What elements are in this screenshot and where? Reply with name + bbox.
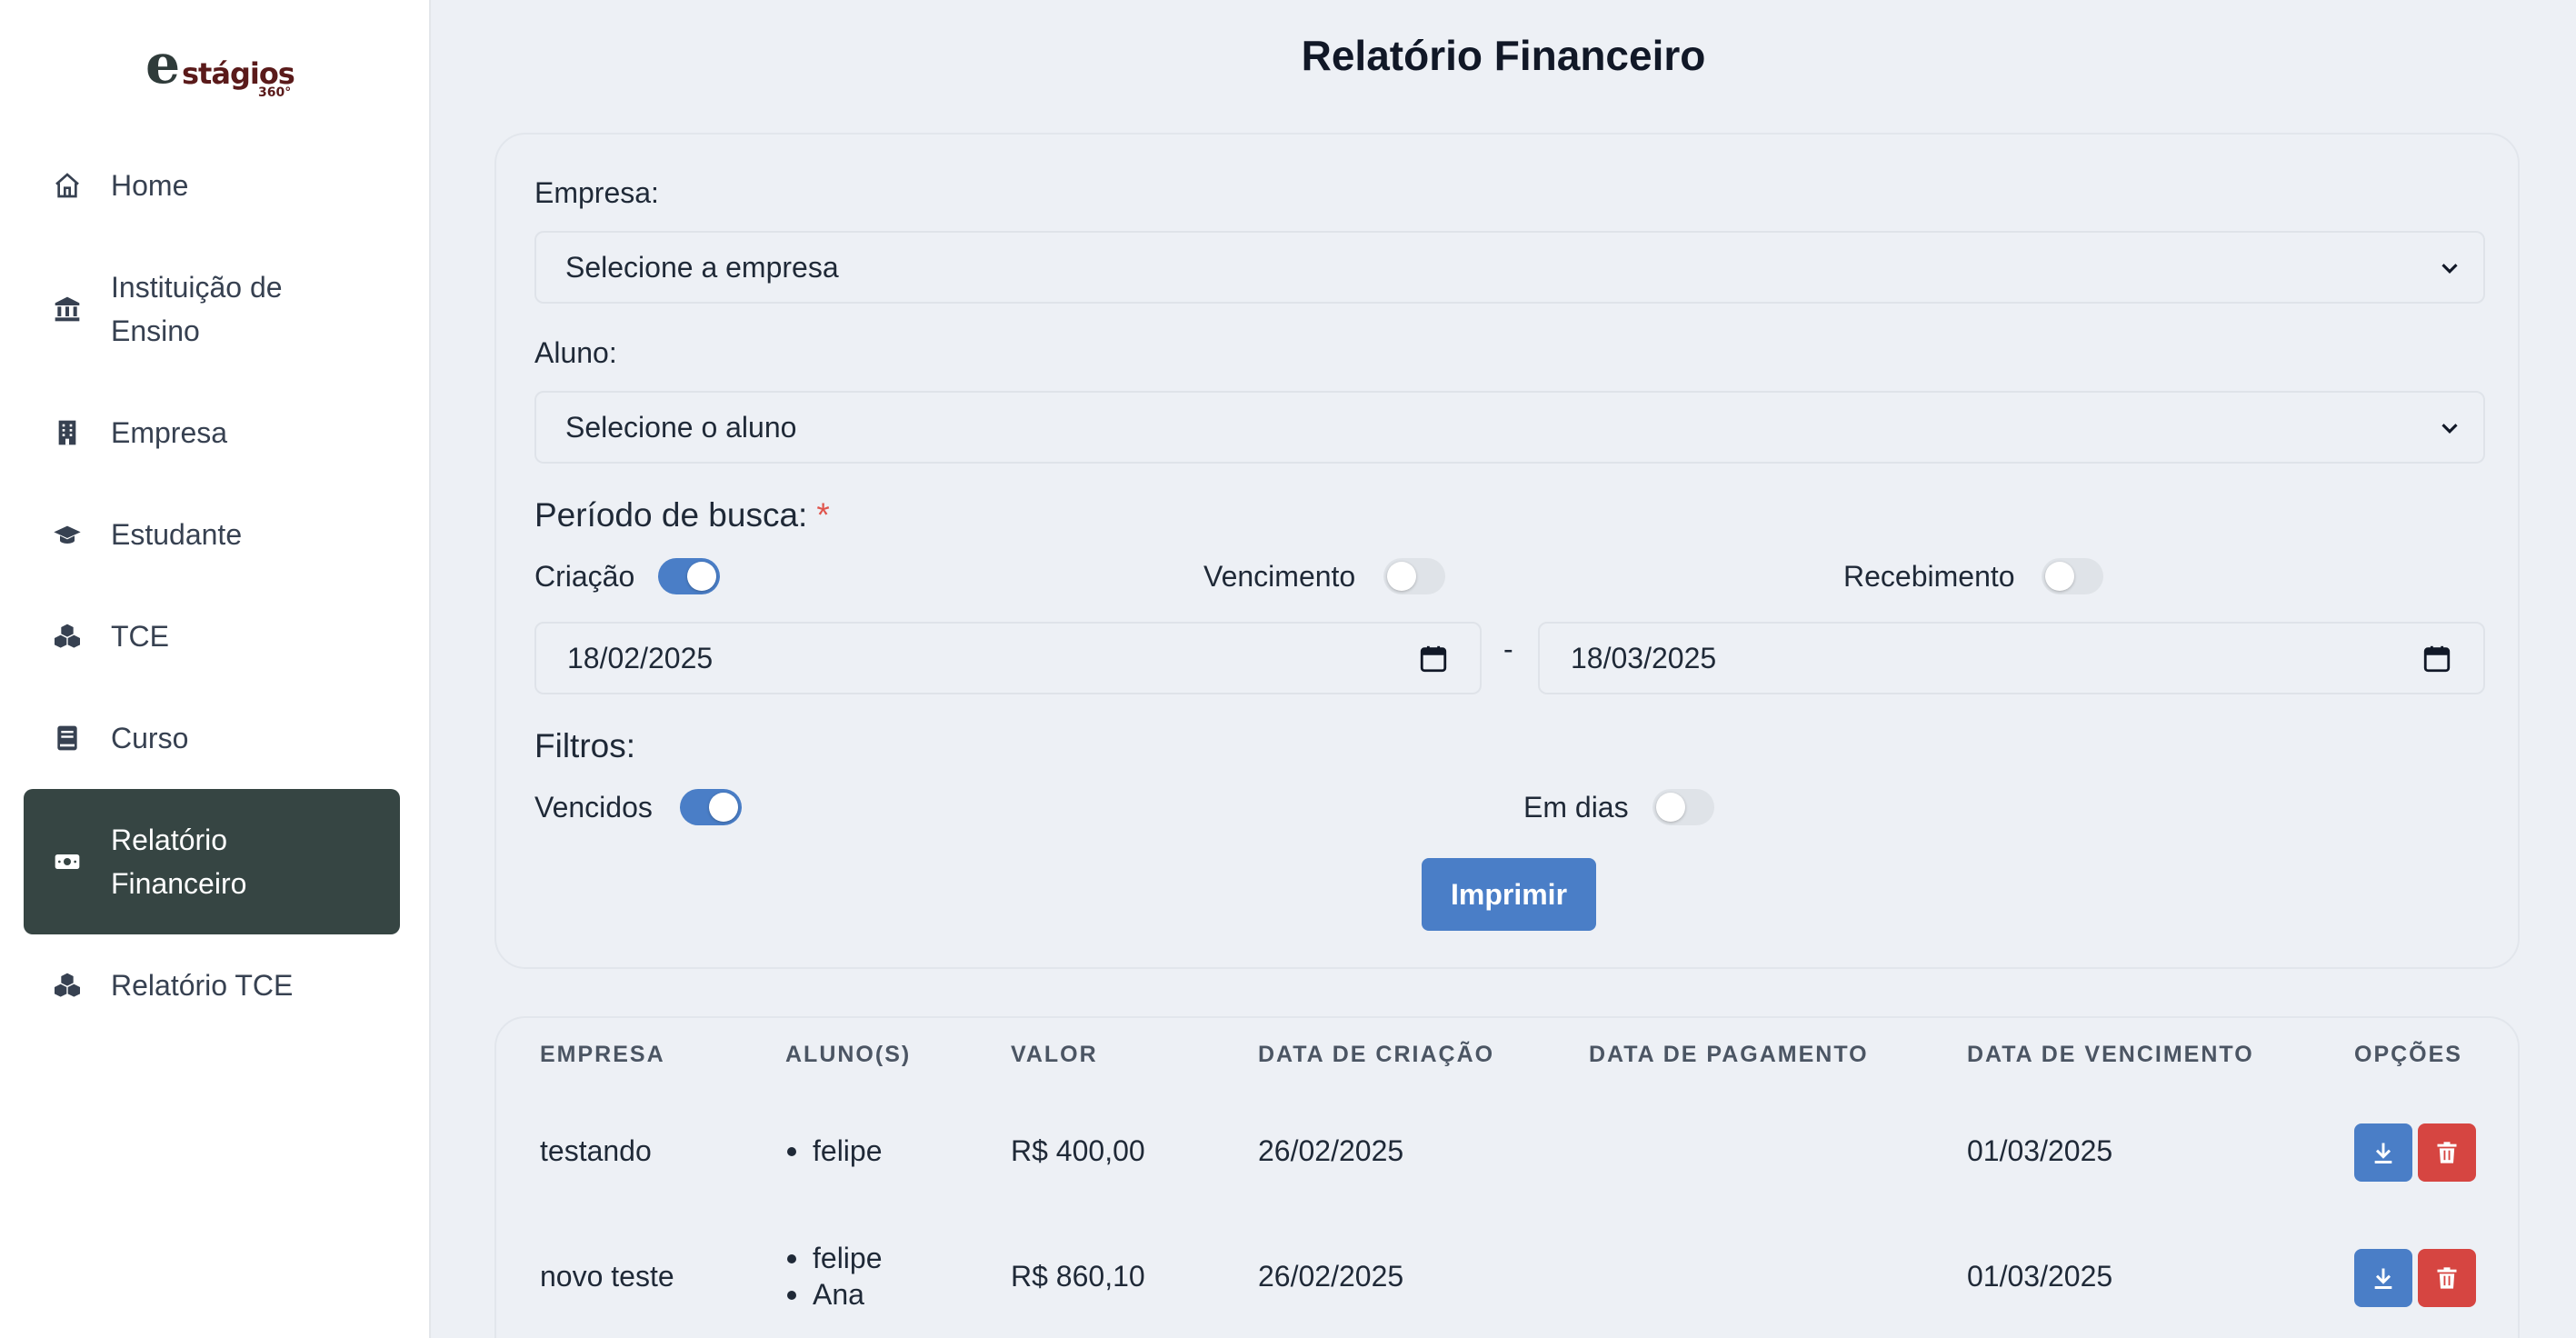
date-to-value: 18/03/2025 xyxy=(1571,641,1717,674)
vencimento-toggle[interactable] xyxy=(1383,558,1445,594)
cell-criacao: 26/02/2025 xyxy=(1258,1134,1404,1167)
download-button[interactable] xyxy=(2354,1249,2412,1307)
sidebar-item-label: Estudante xyxy=(111,518,243,551)
building-icon xyxy=(24,418,111,447)
home-icon xyxy=(24,171,111,200)
sidebar-item-label: Curso xyxy=(111,722,189,754)
sidebar-item-label: TCE xyxy=(111,620,169,653)
column-header-pagamento: DATA DE PAGAMENTO xyxy=(1589,1042,1869,1067)
cubes-icon xyxy=(24,622,111,651)
recebimento-toggle[interactable] xyxy=(2042,558,2103,594)
empresa-select[interactable]: Selecione a empresa xyxy=(534,231,2485,304)
aluno-select-value: Selecione o aluno xyxy=(565,410,797,444)
cell-empresa: novo teste xyxy=(540,1260,674,1293)
delete-button[interactable] xyxy=(2418,1249,2476,1307)
bank-icon xyxy=(24,295,111,324)
cell-alunos: felipe xyxy=(785,1133,883,1169)
vencidos-toggle-label: Vencidos xyxy=(534,791,653,824)
column-header-valor: VALOR xyxy=(1011,1042,1098,1067)
aluno-label: Aluno: xyxy=(534,336,617,369)
column-header-empresa: EMPRESA xyxy=(540,1042,665,1067)
sidebar-item-label: Empresa xyxy=(111,416,228,449)
criacao-toggle-label: Criação xyxy=(534,560,635,593)
sidebar-item-empresa[interactable]: Empresa xyxy=(24,411,400,454)
column-header-vencimento: DATA DE VENCIMENTO xyxy=(1967,1042,2254,1067)
trash-icon xyxy=(2437,1267,2457,1289)
download-icon xyxy=(2374,1268,2392,1289)
cell-criacao: 26/02/2025 xyxy=(1258,1260,1404,1293)
page-title: Relatório Financeiro xyxy=(1301,32,1706,79)
print-button[interactable]: Imprimir xyxy=(1422,858,1596,931)
vencidos-toggle[interactable] xyxy=(680,789,742,825)
delete-button[interactable] xyxy=(2418,1123,2476,1182)
sidebar-item-instituicao[interactable]: Instituição de Ensino xyxy=(24,265,400,353)
logo[interactable]: e stágios 360° xyxy=(145,33,300,102)
date-from-value: 18/02/2025 xyxy=(567,641,714,674)
sidebar-item-label: Home xyxy=(111,169,189,202)
list-item: Ana xyxy=(785,1276,883,1313)
calendar-icon[interactable] xyxy=(2421,644,2452,674)
cell-vencimento: 01/03/2025 xyxy=(1967,1134,2113,1167)
results-table: EMPRESA ALUNO(S) VALOR DATA DE CRIAÇÃO D… xyxy=(494,1016,2520,1338)
calendar-icon[interactable] xyxy=(1418,644,1449,674)
chevron-down-icon xyxy=(2441,424,2458,434)
sidebar-item-relatorio-financeiro[interactable]: Relatório Financeiro xyxy=(24,789,400,934)
list-item: felipe xyxy=(785,1240,883,1276)
filter-form: Empresa: Selecione a empresa Aluno: Sele… xyxy=(494,133,2520,969)
recebimento-toggle-label: Recebimento xyxy=(1843,560,2015,593)
logo-degree: 360° xyxy=(258,85,292,100)
money-bill-icon xyxy=(24,847,111,876)
cell-valor: R$ 400,00 xyxy=(1011,1134,1145,1167)
cubes-icon xyxy=(24,971,111,1000)
column-header-opcoes: OPÇÕES xyxy=(2354,1042,2462,1067)
cell-vencimento: 01/03/2025 xyxy=(1967,1260,2113,1293)
sidebar-item-label: Relatório TCE xyxy=(111,969,294,1002)
sidebar-item-label: Instituição de Ensino xyxy=(111,271,283,347)
list-item: felipe xyxy=(785,1133,883,1169)
aluno-select[interactable]: Selecione o aluno xyxy=(534,391,2485,464)
required-mark: * xyxy=(816,496,830,534)
filtros-label: Filtros: xyxy=(534,727,635,764)
cell-empresa: testando xyxy=(540,1134,652,1167)
chevron-down-icon xyxy=(2441,264,2458,274)
periodo-label: Período de busca: * xyxy=(534,496,830,534)
em-dias-toggle[interactable] xyxy=(1652,789,1714,825)
column-header-alunos: ALUNO(S) xyxy=(785,1042,912,1067)
periodo-label-text: Período de busca: xyxy=(534,496,808,534)
empresa-label: Empresa: xyxy=(534,176,659,209)
empresa-select-value: Selecione a empresa xyxy=(565,250,839,284)
sidebar-item-tce[interactable]: TCE xyxy=(24,614,400,658)
sidebar-item-estudante[interactable]: Estudante xyxy=(24,513,400,556)
logo-letter: e xyxy=(145,33,181,96)
trash-icon xyxy=(2437,1142,2457,1163)
sidebar: e stágios 360° Home Instituição de Ensin… xyxy=(0,0,431,1338)
column-header-criacao: DATA DE CRIAÇÃO xyxy=(1258,1042,1495,1067)
date-separator: - xyxy=(1503,633,1513,665)
cell-valor: R$ 860,10 xyxy=(1011,1260,1145,1293)
graduation-cap-icon xyxy=(24,520,111,549)
sidebar-item-curso[interactable]: Curso xyxy=(24,716,400,760)
sidebar-item-label: Relatório Financeiro xyxy=(111,824,247,900)
em-dias-toggle-label: Em dias xyxy=(1523,791,1629,824)
book-icon xyxy=(24,724,111,753)
sidebar-item-home[interactable]: Home xyxy=(24,164,400,207)
criacao-toggle[interactable] xyxy=(658,558,720,594)
download-button[interactable] xyxy=(2354,1123,2412,1182)
vencimento-toggle-label: Vencimento xyxy=(1203,560,1356,593)
download-icon xyxy=(2374,1143,2392,1163)
date-to-input[interactable]: 18/03/2025 xyxy=(1538,622,2485,694)
date-from-input[interactable]: 18/02/2025 xyxy=(534,622,1482,694)
sidebar-item-relatorio-tce[interactable]: Relatório TCE xyxy=(24,964,400,1007)
cell-alunos: felipe Ana xyxy=(785,1240,883,1313)
